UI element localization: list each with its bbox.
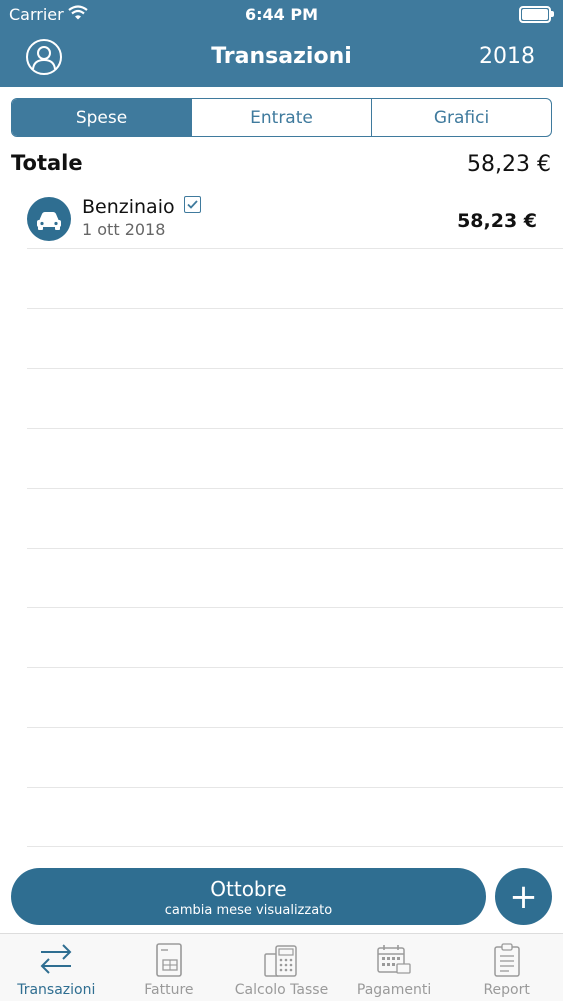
clipboard-icon bbox=[492, 942, 522, 982]
list-divider bbox=[27, 548, 563, 549]
list-divider bbox=[27, 428, 563, 429]
year-selector[interactable]: 2018 bbox=[479, 44, 535, 69]
tab-label: Fatture bbox=[144, 982, 194, 998]
list-divider bbox=[27, 667, 563, 668]
tab-label: Pagamenti bbox=[356, 982, 432, 998]
list-divider bbox=[27, 787, 563, 788]
total-label: Totale bbox=[11, 151, 83, 175]
month-subtitle: cambia mese visualizzato bbox=[164, 903, 333, 918]
status-time: 6:44 PM bbox=[244, 5, 318, 24]
add-transaction-button[interactable]: + bbox=[495, 868, 552, 925]
transfer-arrows-icon bbox=[36, 942, 76, 980]
tab-label: Transazioni bbox=[17, 982, 96, 998]
tab-report[interactable]: Report bbox=[450, 934, 563, 1001]
segment-spese[interactable]: Spese bbox=[12, 99, 192, 136]
tab-bar: Transazioni Fatture Calcolo Tasse Pagame… bbox=[0, 933, 563, 1001]
transaction-name: Benzinaio bbox=[82, 196, 175, 218]
transaction-date: 1 ott 2018 bbox=[82, 220, 166, 239]
tab-label: Report bbox=[483, 982, 530, 998]
list-divider bbox=[27, 607, 563, 608]
battery-icon bbox=[519, 6, 554, 23]
segment-entrate[interactable]: Entrate bbox=[192, 99, 372, 136]
car-icon bbox=[27, 197, 71, 241]
transaction-row[interactable]: Benzinaio 1 ott 2018 58,23 € bbox=[27, 190, 563, 249]
list-divider bbox=[27, 727, 563, 728]
transaction-amount: 58,23 € bbox=[457, 210, 537, 232]
navigation-header: Carrier 6:44 PM Transazioni 2018 bbox=[0, 0, 563, 87]
tab-calcolo-tasse[interactable]: Calcolo Tasse bbox=[225, 934, 338, 1001]
list-divider bbox=[27, 308, 563, 309]
tab-fatture[interactable]: Fatture bbox=[113, 934, 226, 1001]
calendar-icon bbox=[375, 942, 413, 982]
segment-grafici[interactable]: Grafici bbox=[372, 99, 551, 136]
month-selector-button[interactable]: Ottobre cambia mese visualizzato bbox=[11, 868, 486, 925]
invoice-icon bbox=[154, 942, 184, 982]
segmented-control: Spese Entrate Grafici bbox=[11, 98, 552, 137]
checkbox-checked-icon bbox=[184, 196, 201, 213]
tab-label: Calcolo Tasse bbox=[234, 982, 329, 998]
tab-pagamenti[interactable]: Pagamenti bbox=[338, 934, 451, 1001]
total-value: 58,23 € bbox=[467, 152, 551, 177]
month-label: Ottobre bbox=[210, 877, 287, 901]
list-divider bbox=[27, 488, 563, 489]
tab-transazioni[interactable]: Transazioni bbox=[0, 934, 113, 1001]
list-divider bbox=[27, 368, 563, 369]
calculator-icon bbox=[262, 942, 300, 982]
status-bar: Carrier 6:44 PM bbox=[0, 0, 563, 28]
list-divider bbox=[27, 846, 563, 847]
